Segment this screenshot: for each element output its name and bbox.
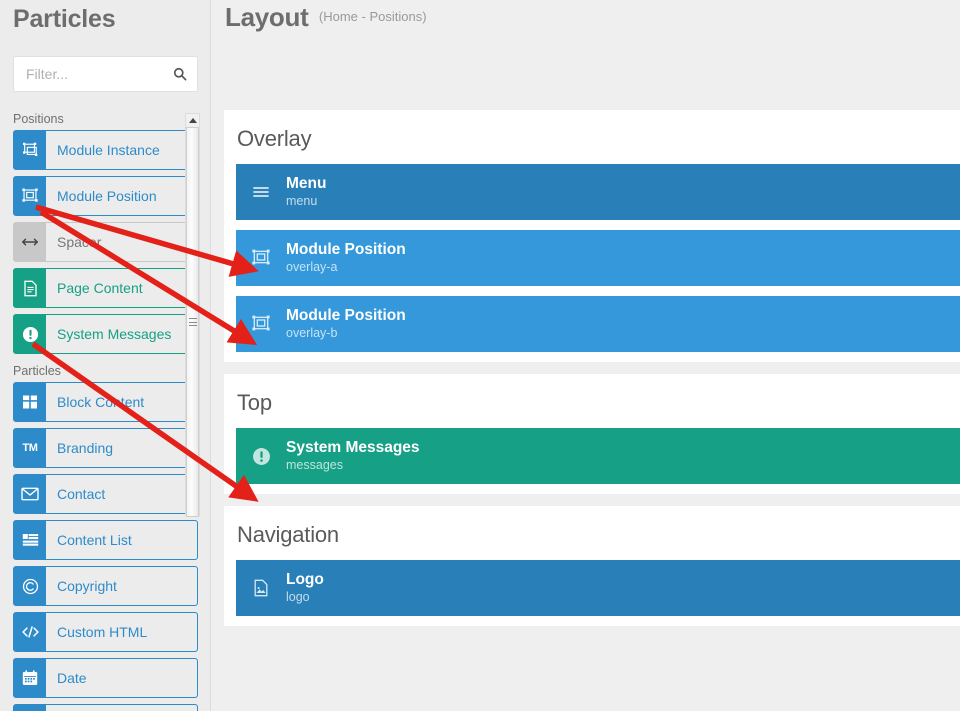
breadcrumb: (Home - Positions) — [318, 9, 427, 24]
module-position-icon — [244, 249, 278, 267]
sidebar-item-label: Module Position — [46, 177, 197, 215]
search-icon[interactable] — [173, 67, 187, 81]
section-title: Top — [237, 390, 272, 415]
calendar-icon — [14, 659, 46, 697]
sidebar-item-module-position[interactable]: Module Position — [13, 176, 198, 216]
block-menu[interactable]: Menu menu — [236, 164, 960, 220]
block-title: Logo — [286, 571, 324, 589]
block-title: Module Position — [286, 307, 406, 325]
system-messages-icon — [14, 315, 46, 353]
page-content-icon — [14, 269, 46, 307]
filter-box[interactable] — [13, 56, 198, 92]
block-messages[interactable]: System Messages messages — [236, 428, 960, 484]
page-header: Layout (Home - Positions) — [211, 0, 960, 33]
sidebar-item-label: Date — [46, 659, 197, 697]
sidebar-item-spacer[interactable]: Spacer — [13, 222, 198, 262]
content-list-icon — [14, 521, 46, 559]
particles-sidebar: Particles Positions — [0, 0, 211, 711]
section-navigation: Navigation Logo logo — [224, 506, 960, 626]
sidebar-item-custom-html[interactable]: Custom HTML — [13, 612, 198, 652]
envelope-icon — [14, 475, 46, 513]
block-subtitle: overlay-b — [286, 326, 338, 341]
copyright-icon — [14, 567, 46, 605]
block-title: System Messages — [286, 439, 420, 457]
block-subtitle: messages — [286, 458, 343, 473]
sidebar-item-label: Contact — [46, 475, 197, 513]
scroll-up-arrow[interactable] — [185, 113, 200, 127]
page-title: Layout — [225, 2, 309, 32]
hamburger-menu-icon — [244, 185, 278, 199]
app-root: Particles Positions — [0, 0, 960, 711]
sidebar-item-date[interactable]: Date — [13, 658, 198, 698]
code-icon — [14, 613, 46, 651]
sidebar-item-branding[interactable]: TM Branding — [13, 428, 198, 468]
particles-list: Positions Module Instance Module Positio… — [0, 110, 211, 711]
partial-item-icon — [14, 705, 46, 711]
system-messages-icon — [244, 447, 278, 466]
sidebar-item-label: System Messages — [46, 315, 197, 353]
layout-sections: Overlay Menu menu Module Position overla… — [224, 110, 960, 711]
block-overlay-a[interactable]: Module Position overlay-a — [236, 230, 960, 286]
sidebar-item-content-list[interactable]: Content List — [13, 520, 198, 560]
block-logo[interactable]: Logo logo — [236, 560, 960, 616]
group-label-positions: Positions — [13, 112, 64, 126]
sidebar-title: Particles — [13, 5, 116, 33]
module-position-icon — [244, 315, 278, 333]
sidebar-item-label: Spacer — [46, 223, 197, 261]
block-overlay-b[interactable]: Module Position overlay-b — [236, 296, 960, 352]
branding-tm-icon: TM — [22, 442, 38, 454]
sidebar-item-system-messages[interactable]: System Messages — [13, 314, 198, 354]
scrollbar-grip — [188, 318, 197, 326]
sidebar-item-label: Module Instance — [46, 131, 197, 169]
block-subtitle: overlay-a — [286, 260, 338, 275]
block-content-icon — [14, 383, 46, 421]
sidebar-item-label: Branding — [46, 429, 197, 467]
sidebar-item-copyright[interactable]: Copyright — [13, 566, 198, 606]
sidebar-item-page-content[interactable]: Page Content — [13, 268, 198, 308]
sidebar-item-label: Page Content — [46, 269, 197, 307]
sidebar-item-contact[interactable]: Contact — [13, 474, 198, 514]
group-label-particles: Particles — [13, 364, 61, 378]
sidebar-item-partial[interactable] — [13, 704, 198, 711]
sidebar-item-label: Custom HTML — [46, 613, 197, 651]
image-file-icon — [244, 579, 278, 597]
module-position-icon — [14, 177, 46, 215]
section-title: Navigation — [237, 522, 339, 547]
sidebar-item-block-content[interactable]: Block Content — [13, 382, 198, 422]
sidebar-item-module-instance[interactable]: Module Instance — [13, 130, 198, 170]
sidebar-item-label: Copyright — [46, 567, 197, 605]
search-input[interactable] — [14, 57, 197, 91]
block-subtitle: logo — [286, 590, 310, 605]
section-overlay: Overlay Menu menu Module Position overla… — [224, 110, 960, 362]
sidebar-item-label — [46, 705, 197, 711]
block-title: Menu — [286, 175, 327, 193]
sidebar-scrollbar-thumb[interactable] — [186, 127, 199, 517]
module-instance-icon — [14, 131, 46, 169]
layout-main: Layout (Home - Positions) Overlay Menu m… — [211, 0, 960, 711]
section-top: Top System Messages messages — [224, 374, 960, 494]
sidebar-item-label: Block Content — [46, 383, 197, 421]
sidebar-item-label: Content List — [46, 521, 197, 559]
block-subtitle: menu — [286, 194, 318, 209]
section-title: Overlay — [237, 126, 312, 151]
spacer-icon — [14, 223, 46, 261]
block-title: Module Position — [286, 241, 406, 259]
